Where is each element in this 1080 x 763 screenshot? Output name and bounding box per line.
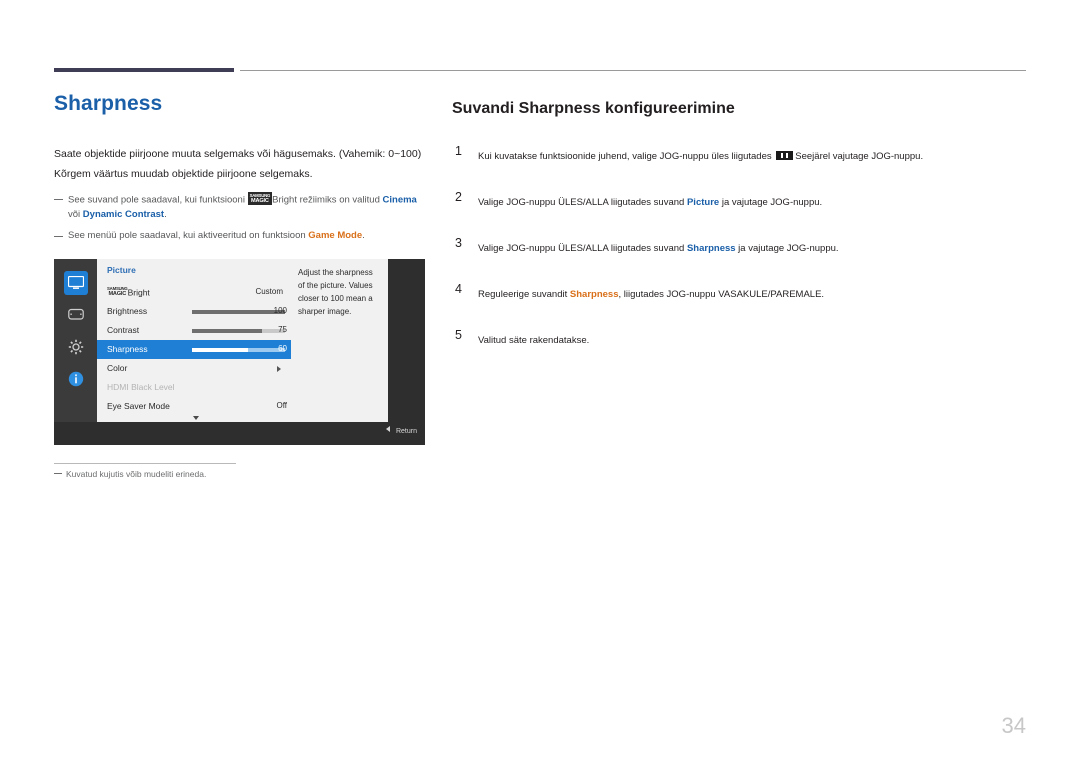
step4-part-b: , liigutades JOG-nuppu VASAKULE/PAREMALE… <box>618 289 825 300</box>
step4-part-a: Reguleerige suvandit <box>478 289 570 300</box>
step-number: 2 <box>455 190 462 204</box>
osd-brightness-label: Brightness <box>107 306 148 316</box>
step1-part-a: Kui kuvatakse funktsioonide juhend, vali… <box>478 151 775 162</box>
back-arrow-icon <box>385 426 390 432</box>
osd-row-magicbright[interactable]: SAMSUNG MAGIC Bright Custom <box>97 283 291 302</box>
osd-row-color[interactable]: Color <box>97 359 291 378</box>
header-accent-rule <box>54 68 234 72</box>
samsung-magic-tag: SAMSUNG MAGIC <box>247 192 273 206</box>
footnote-dash-icon <box>54 473 62 474</box>
intro-paragraph-2: Kõrgem väärtus muudab objektide piirjoon… <box>54 168 313 180</box>
osd-contrast-label: Contrast <box>107 325 140 335</box>
intro-paragraph-1: Saate objektide piirjoone muuta selgemak… <box>54 148 422 160</box>
note-dash-icon <box>54 199 63 200</box>
step3-bold: Sharpness <box>686 243 736 254</box>
osd-row-eye-saver-mode[interactable]: Eye Saver Mode Off <box>97 397 291 416</box>
step-number: 4 <box>455 282 462 296</box>
osd-menu-panel: Picture SAMSUNG MAGIC Bright Custom Bright… <box>97 259 291 422</box>
step2-bold: Picture <box>686 197 720 208</box>
osd-row-brightness[interactable]: Brightness 100 <box>97 302 291 321</box>
footnote-rule <box>54 463 236 464</box>
osd-return-label: Return <box>395 428 417 435</box>
osd-help-panel: Adjust the sharpness of the picture. Val… <box>291 259 388 422</box>
osd-eyesaver-value: Off <box>276 401 287 410</box>
chevron-right-icon <box>277 366 281 372</box>
step2-part-a: Valige JOG-nuppu ÜLES/ALLA liigutades su… <box>478 197 687 208</box>
osd-sharpness-value: 60 <box>278 344 287 353</box>
note-bold-dynamic-contrast: Dynamic Contrast <box>82 209 165 221</box>
step-item: 2 Valige JOG-nuppu ÜLES/ALLA liigutades … <box>452 190 1032 222</box>
step-number: 5 <box>455 328 462 342</box>
note-item: See suvand pole saadaval, kui funktsioon… <box>54 192 426 223</box>
step-text: Valige JOG-nuppu ÜLES/ALLA liigutades su… <box>478 197 822 208</box>
step-item: 1 Kui kuvatakse funktsioonide juhend, va… <box>452 144 1032 176</box>
note-text-between: või <box>68 209 83 221</box>
footnote: Kuvatud kujutis võib mudeliti erineda. <box>54 469 206 479</box>
osd-magicbright-label: SAMSUNG MAGIC Bright <box>107 286 150 298</box>
note2-text-pre: See menüü pole saadaval, kui aktiveeritu… <box>68 229 309 241</box>
osd-menu-title: Picture <box>107 265 136 275</box>
osd-magicbright-value: Custom <box>255 287 283 296</box>
page-title: Sharpness <box>54 92 163 115</box>
jog-menu-icon <box>776 151 794 160</box>
step3-part-a: Valige JOG-nuppu ÜLES/ALLA liigutades su… <box>478 243 687 254</box>
osd-eyesaver-label: Eye Saver Mode <box>107 401 170 411</box>
step-text: Valige JOG-nuppu ÜLES/ALLA liigutades su… <box>478 243 839 254</box>
osd-row-sharpness[interactable]: Sharpness 60 <box>97 340 291 359</box>
note-text-mid: Bright režiimiks on valitud <box>272 194 383 206</box>
gear-icon[interactable] <box>64 335 88 359</box>
osd-brightness-value: 100 <box>273 306 287 315</box>
step-text: Reguleerige suvandit Sharpness, liigutad… <box>478 289 824 300</box>
note-text-pre: See suvand pole saadaval, kui funktsioon… <box>68 194 248 206</box>
page-number: 34 <box>1001 713 1026 738</box>
osd-sharpness-label: Sharpness <box>107 344 148 354</box>
step-text: Valitud säte rakendatakse. <box>478 335 589 346</box>
step-text: Kui kuvatakse funktsioonide juhend, vali… <box>478 151 923 162</box>
osd-contrast-value: 75 <box>278 325 287 334</box>
note-dash-icon <box>54 235 63 237</box>
magic-tag-bottom: MAGIC <box>251 197 269 204</box>
osd-sidebar <box>54 259 97 422</box>
header-thin-rule <box>240 70 1026 71</box>
osd-return-button[interactable]: Return <box>385 426 417 435</box>
osd-screenshot: Picture SAMSUNG MAGIC Bright Custom Bright… <box>54 259 425 445</box>
display-icon[interactable] <box>64 271 88 295</box>
osd-footer: Return <box>54 422 425 445</box>
step4-bold: Sharpness <box>569 289 619 300</box>
step2-part-b: ja vajutage JOG-nuppu. <box>719 197 823 208</box>
osd-row-hdmi-black-level: HDMI Black Level <box>97 378 291 397</box>
osd-magic-bottom: MAGIC <box>108 290 127 297</box>
osd-magicbright-text: Bright <box>127 287 150 298</box>
step-item: 5 Valitud säte rakendatakse. <box>452 328 1032 360</box>
step5-part-a: Valitud säte rakendatakse. <box>478 335 590 346</box>
info-icon[interactable] <box>64 367 88 391</box>
step-number: 3 <box>455 236 462 250</box>
osd-row-contrast[interactable]: Contrast 75 <box>97 321 291 340</box>
step-item: 4 Reguleerige suvandit Sharpness, liigut… <box>452 282 1032 314</box>
osd-hdmi-label: HDMI Black Level <box>107 382 175 392</box>
osd-inner: Picture SAMSUNG MAGIC Bright Custom Bright… <box>54 259 425 445</box>
step1-part-b: Seejärel vajutage JOG-nuppu. <box>795 151 924 162</box>
step3-part-b: ja vajutage JOG-nuppu. <box>735 243 839 254</box>
document-page: Sharpness Saate objektide piirjoone muut… <box>0 0 1080 763</box>
step-item: 3 Valige JOG-nuppu ÜLES/ALLA liigutades … <box>452 236 1032 268</box>
osd-magic-tag: SAMSUNG MAGIC <box>107 286 128 297</box>
note-bold-cinema: Cinema <box>382 194 417 206</box>
note-item: See menüü pole saadaval, kui aktiveeritu… <box>54 229 426 244</box>
footnote-text: Kuvatud kujutis võib mudeliti erineda. <box>66 469 207 479</box>
note2-bold-game-mode: Game Mode <box>308 229 363 241</box>
step-number: 1 <box>455 144 462 158</box>
note2-text-post: . <box>362 229 365 241</box>
right-column: Suvandi Sharpness konfigureerimine 1 Kui… <box>452 100 1032 376</box>
note-text-post: . <box>164 209 167 221</box>
screen-adjust-icon[interactable] <box>64 303 88 327</box>
note-list: See suvand pole saadaval, kui funktsioon… <box>54 192 426 243</box>
chevron-down-icon[interactable] <box>193 416 199 420</box>
osd-color-label: Color <box>107 363 128 373</box>
left-column: Sharpness Saate objektide piirjoone muut… <box>54 92 426 249</box>
section-title: Suvandi Sharpness konfigureerimine <box>452 100 735 117</box>
